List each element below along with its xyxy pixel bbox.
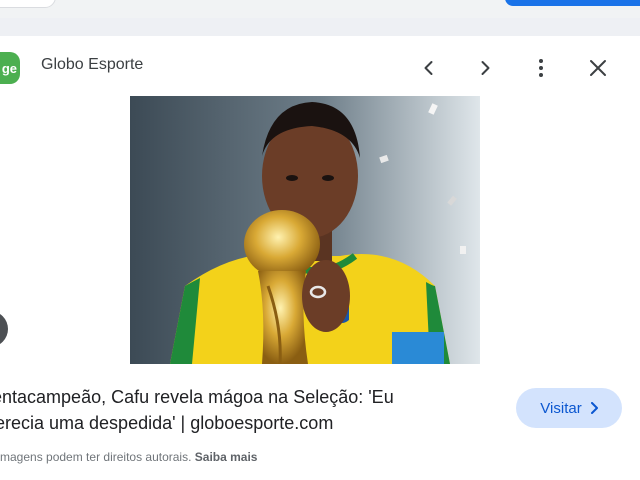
close-icon: [590, 60, 606, 76]
more-vert-icon: [539, 59, 543, 77]
preview-image[interactable]: [130, 96, 480, 364]
panel-header: ge Globo Esporte: [0, 36, 640, 98]
copyright-notice: As imagens podem ter direitos autorais. …: [0, 450, 257, 464]
image-preview-panel: ge Globo Esporte ntacampeão, Cafu revela…: [0, 36, 640, 480]
source-logo[interactable]: ge: [0, 52, 20, 84]
source-logo-text: ge: [1, 60, 17, 76]
top-strip: [0, 0, 640, 18]
previous-button[interactable]: [411, 50, 447, 86]
screen: ge Globo Esporte ntacampeão, Cafu revela…: [0, 0, 640, 480]
copyright-text: As imagens podem ter direitos autorais.: [0, 450, 192, 464]
more-options-button[interactable]: [523, 50, 559, 86]
chevron-right-icon: [590, 402, 598, 414]
chevron-left-icon: [424, 61, 433, 75]
search-box[interactable]: [0, 0, 56, 8]
photo-footballer-kissing-trophy: [130, 96, 480, 364]
visit-label: Visitar: [540, 399, 582, 417]
visit-button[interactable]: Visitar: [516, 388, 622, 428]
chevron-right-icon: [481, 61, 490, 75]
top-action-button[interactable]: [505, 0, 640, 6]
lens-button[interactable]: [0, 311, 8, 347]
result-title[interactable]: Pentacampeão, Cafu revela mágoa na Seleç…: [0, 384, 470, 436]
close-button[interactable]: [580, 50, 616, 86]
learn-more-link[interactable]: Saiba mais: [195, 450, 258, 464]
next-button[interactable]: [467, 50, 503, 86]
source-name[interactable]: Globo Esporte: [41, 56, 143, 74]
